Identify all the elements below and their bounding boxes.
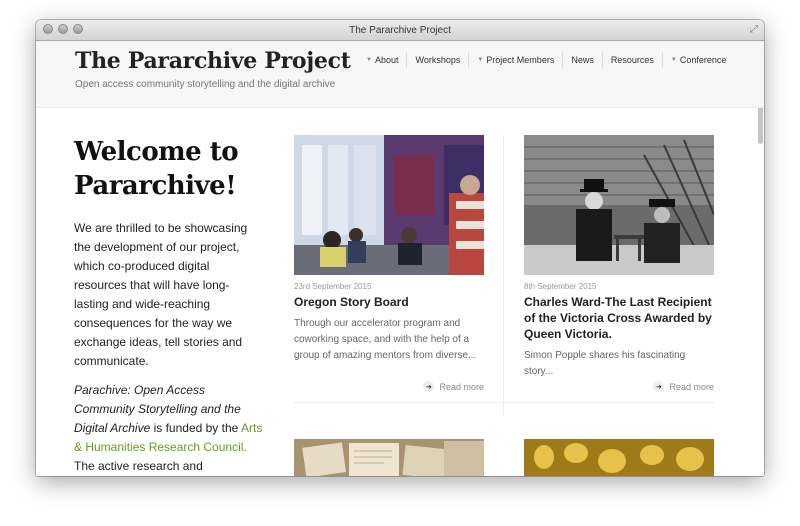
post-date: 8th September 2015 <box>524 282 597 291</box>
nav-item-conference[interactable]: ▼ Conference <box>661 52 734 68</box>
zoom-window-button[interactable] <box>73 24 83 34</box>
window-controls <box>43 24 83 34</box>
browser-window: The Pararchive Project ⤢ The Pararchive … <box>36 20 764 476</box>
minimize-window-button[interactable] <box>58 24 68 34</box>
post-thumbnail-gold[interactable] <box>524 439 714 476</box>
nav-item-resources[interactable]: Resources <box>601 52 662 68</box>
column-divider <box>503 135 504 415</box>
site-title[interactable]: The Pararchive Project <box>75 48 351 74</box>
page-content: The Pararchive Project Open access commu… <box>36 41 764 476</box>
arrow-right-icon: ➜ <box>653 381 665 392</box>
read-more-link[interactable]: ➜ Read more <box>423 381 484 392</box>
chevron-down-icon: ▼ <box>366 57 372 63</box>
funding-paragraph: Parachive: Open Access Community Storyte… <box>74 383 263 473</box>
window-titlebar: The Pararchive Project ⤢ <box>36 20 764 41</box>
post-date: 23rd September 2015 <box>294 282 372 291</box>
post-thumbnail[interactable] <box>294 135 484 275</box>
nav-item-about[interactable]: ▼ About <box>358 52 406 68</box>
nav-item-news[interactable]: News <box>562 52 602 68</box>
window-title: The Pararchive Project <box>349 25 451 36</box>
read-more-link[interactable]: ➜ Read more <box>653 381 714 392</box>
chevron-down-icon: ▼ <box>477 57 484 63</box>
site-header: The Pararchive Project Open access commu… <box>36 41 764 108</box>
fullscreen-icon[interactable]: ⤢ <box>750 24 758 36</box>
site-tagline: Open access community storytelling and t… <box>75 79 336 90</box>
post-card-oregon: 23rd September 2015 Oregon Story Board T… <box>294 135 484 405</box>
post-thumbnail[interactable] <box>524 135 714 275</box>
intro-paragraph: We are thrilled to be showcasing the dev… <box>74 221 248 368</box>
intro-section: Welcome to Pararchive! We are thrilled t… <box>74 135 264 476</box>
post-title[interactable]: Oregon Story Board <box>294 294 484 310</box>
nav-item-workshops[interactable]: Workshops <box>406 52 468 68</box>
post-card-charles-ward: 8th September 2015 Charles Ward-The Last… <box>524 135 714 405</box>
post-excerpt: Through our accelerator program and cowo… <box>294 318 477 361</box>
post-thumbnail-letters[interactable] <box>294 439 484 476</box>
nav-item-project-members[interactable]: ▼ Project Members <box>468 52 562 68</box>
arrow-right-icon: ➜ <box>423 381 435 392</box>
welcome-heading: Welcome to Pararchive! <box>74 137 239 201</box>
post-title[interactable]: Charles Ward-The Last Recipient of the V… <box>524 294 714 342</box>
chevron-down-icon: ▼ <box>670 57 677 63</box>
close-window-button[interactable] <box>43 24 53 34</box>
main-area: Welcome to Pararchive! We are thrilled t… <box>36 108 764 476</box>
post-excerpt: Simon Popple shares his fascinating stor… <box>524 350 686 377</box>
row-divider <box>294 402 714 403</box>
main-nav: ▼ About Workshops ▼ Project Members News R… <box>358 52 734 68</box>
